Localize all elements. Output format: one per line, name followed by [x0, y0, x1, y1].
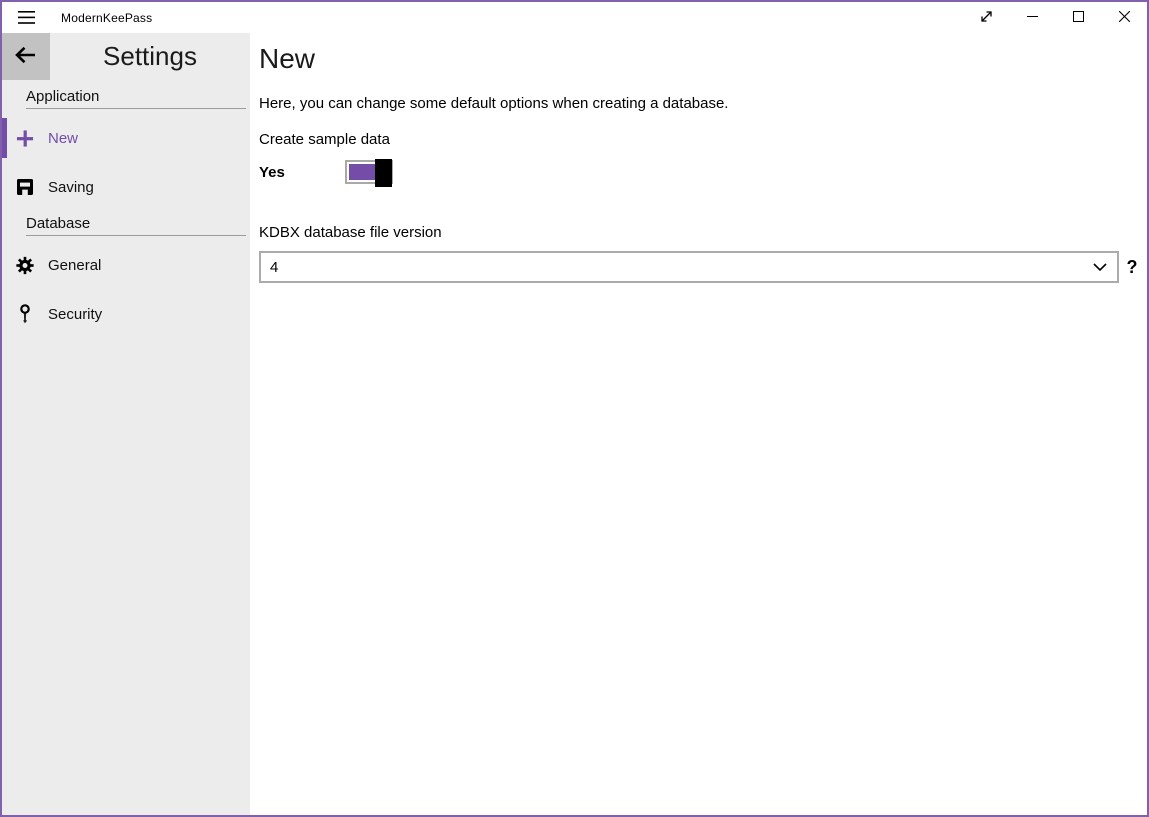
sidebar-item-saving[interactable]: Saving: [2, 167, 250, 207]
hamburger-menu-button[interactable]: [2, 2, 50, 33]
create-sample-data-row: Yes: [259, 158, 1147, 186]
toggle-state-label: Yes: [259, 164, 345, 181]
maximize-icon: [1073, 10, 1084, 25]
sidebar-title: Settings: [50, 33, 250, 80]
sidebar-item-security[interactable]: Security: [2, 294, 250, 334]
back-arrow-icon: [15, 46, 37, 67]
plus-icon: [16, 129, 34, 147]
key-icon: [16, 305, 34, 323]
sidebar-item-label: Security: [48, 306, 102, 323]
sidebar-item-label: New: [48, 130, 78, 147]
section-header-database: Database: [26, 215, 246, 236]
section-header-application: Application: [26, 88, 246, 109]
fullscreen-button[interactable]: [963, 2, 1009, 33]
close-icon: [1119, 10, 1130, 25]
sidebar-item-general[interactable]: General: [2, 245, 250, 285]
help-button[interactable]: ?: [1119, 257, 1145, 278]
toggle-thumb[interactable]: [375, 159, 392, 187]
back-button[interactable]: [2, 33, 50, 80]
minimize-button[interactable]: [1009, 2, 1055, 33]
minimize-icon: [1027, 10, 1038, 25]
page-title: New: [259, 42, 1147, 76]
save-floppy-icon: [16, 178, 34, 196]
titlebar-drag-area: [152, 2, 963, 33]
titlebar: ModernKeePass: [2, 2, 1147, 33]
create-sample-data-toggle[interactable]: [345, 160, 393, 184]
kdbx-version-row: 4 ?: [259, 251, 1147, 283]
sidebar-header: Settings: [2, 33, 250, 80]
close-button[interactable]: [1101, 2, 1147, 33]
sidebar-item-new[interactable]: New: [2, 118, 250, 158]
window-title: ModernKeePass: [50, 2, 152, 33]
kdbx-version-combobox[interactable]: 4: [259, 251, 1119, 283]
settings-new-page: New Here, you can change some default op…: [250, 33, 1147, 815]
gear-icon: [16, 256, 34, 274]
maximize-button[interactable]: [1055, 2, 1101, 33]
fullscreen-icon: [979, 9, 994, 27]
kdbx-version-label: KDBX database file version: [259, 223, 1147, 243]
page-description: Here, you can change some default option…: [259, 94, 1147, 114]
app-window: ModernKeePass: [0, 0, 1149, 817]
chevron-down-icon: [1093, 263, 1107, 272]
create-sample-data-label: Create sample data: [259, 130, 1147, 150]
sidebar-item-label: Saving: [48, 179, 94, 196]
sidebar-item-label: General: [48, 257, 101, 274]
combobox-selected-value: 4: [270, 259, 278, 276]
settings-sidebar: Settings Application New Saving Database: [2, 33, 250, 815]
hamburger-icon: [18, 11, 35, 24]
